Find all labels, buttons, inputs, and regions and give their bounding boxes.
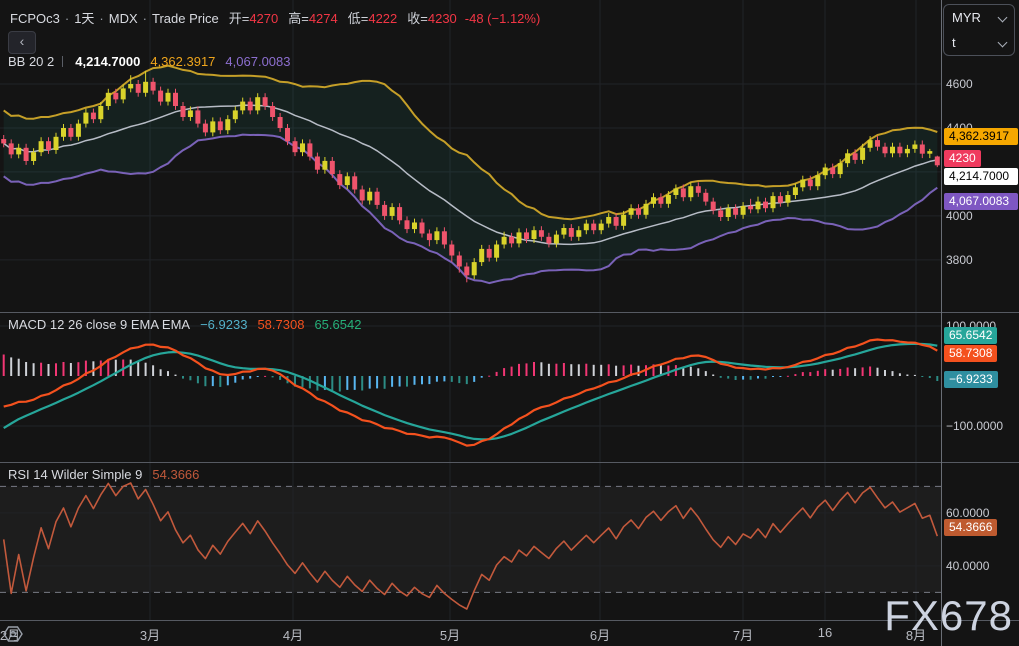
price-badge: 58.7308 <box>944 345 997 362</box>
macd-line-value: 58.7308 <box>257 317 304 332</box>
unit-value: t <box>952 35 956 50</box>
symbol-legend[interactable]: FCPOc3·1天·MDX·Trade Price开=4270高=4274低=4… <box>10 8 540 27</box>
time-axis[interactable]: 2月3月4月5月6月7月168月 <box>0 620 1019 646</box>
time-tick-label: 6月 <box>590 625 610 644</box>
currency-dropdown[interactable]: MYR <box>944 5 1014 30</box>
rsi-value: 54.3666 <box>152 467 199 482</box>
price-badge: 4,067.0083 <box>944 193 1018 210</box>
macd-legend[interactable]: MACD 12 26 close 9 EMA EMA −6.9233 58.7308… <box>8 317 361 332</box>
separator-dot: · <box>65 11 69 26</box>
interval-label[interactable]: 1天 <box>74 11 94 26</box>
time-tick-label: 4月 <box>283 625 303 644</box>
unit-currency-panel: MYR t <box>943 4 1015 56</box>
low-value: 4222 <box>368 11 397 26</box>
close-value: 4230 <box>428 11 457 26</box>
bb-basis-value: 4,214.7000 <box>75 54 140 69</box>
unit-dropdown[interactable]: t <box>944 30 1014 55</box>
time-tick-label: 3月 <box>140 625 160 644</box>
bb-lower-value: 4,067.0083 <box>225 54 290 69</box>
exchange-label: MDX <box>109 11 138 26</box>
legend-divider <box>62 56 63 67</box>
price-label: 3800 <box>946 252 973 268</box>
separator-dot: · <box>143 11 147 26</box>
pane-separator <box>0 620 1019 621</box>
price-badge: 4,362.3917 <box>944 128 1018 145</box>
macd-pane[interactable] <box>0 312 941 462</box>
time-tick-label: 7月 <box>733 625 753 644</box>
price-label: 4600 <box>946 76 973 92</box>
pane-separator[interactable] <box>0 312 1019 313</box>
high-value: 4274 <box>309 11 338 26</box>
series-type-label: Trade Price <box>152 11 219 26</box>
high-label: 高= <box>288 11 309 26</box>
price-label: 4000 <box>946 208 973 224</box>
open-value: 4270 <box>249 11 278 26</box>
chevron-down-icon <box>998 13 1008 23</box>
price-badge: 54.3666 <box>944 519 997 536</box>
back-button[interactable]: ‹ <box>8 31 36 54</box>
bb-upper-value: 4,362.3917 <box>150 54 215 69</box>
rsi-legend[interactable]: RSI 14 Wilder Simple 9 54.3666 <box>8 467 199 482</box>
change-value: -48 (−1.12%) <box>465 11 541 26</box>
main-price-pane[interactable] <box>0 0 941 312</box>
price-badge: −6.9233 <box>944 371 998 388</box>
rsi-title[interactable]: RSI 14 Wilder Simple 9 <box>8 467 142 482</box>
price-axis[interactable]: 46004400400038004,362.391742304,214.7000… <box>941 0 1019 646</box>
macd-hist-value: −6.9233 <box>200 317 247 332</box>
price-label: −100.0000 <box>946 418 1003 434</box>
price-badge: 65.6542 <box>944 327 997 344</box>
chevron-left-icon: ‹ <box>20 33 25 49</box>
currency-value: MYR <box>952 10 981 25</box>
separator-dot: · <box>99 11 103 26</box>
time-tick-label: 5月 <box>440 625 460 644</box>
close-label: 收= <box>407 11 428 26</box>
price-badge: 4230 <box>944 150 981 167</box>
symbol-name[interactable]: FCPOc3 <box>10 11 60 26</box>
macd-title[interactable]: MACD 12 26 close 9 EMA EMA <box>8 317 190 332</box>
price-badge: 4,214.7000 <box>944 168 1018 185</box>
watermark: FX678 <box>884 592 1013 640</box>
chart-window: 46004400400038004,362.391742304,214.7000… <box>0 0 1019 646</box>
time-tick-label: 16 <box>818 625 832 640</box>
macd-signal-value: 65.6542 <box>314 317 361 332</box>
low-label: 低= <box>348 11 369 26</box>
chevron-down-icon <box>998 38 1008 48</box>
rsi-pane[interactable] <box>0 462 941 620</box>
price-label: 40.0000 <box>946 558 989 574</box>
hexagon-settings-icon[interactable] <box>0 625 26 643</box>
pane-separator[interactable] <box>0 462 1019 463</box>
bb-title[interactable]: BB 20 2 <box>8 54 54 69</box>
open-label: 开= <box>229 11 250 26</box>
bb-legend[interactable]: BB 20 2 4,214.7000 4,362.3917 4,067.0083 <box>8 54 291 69</box>
